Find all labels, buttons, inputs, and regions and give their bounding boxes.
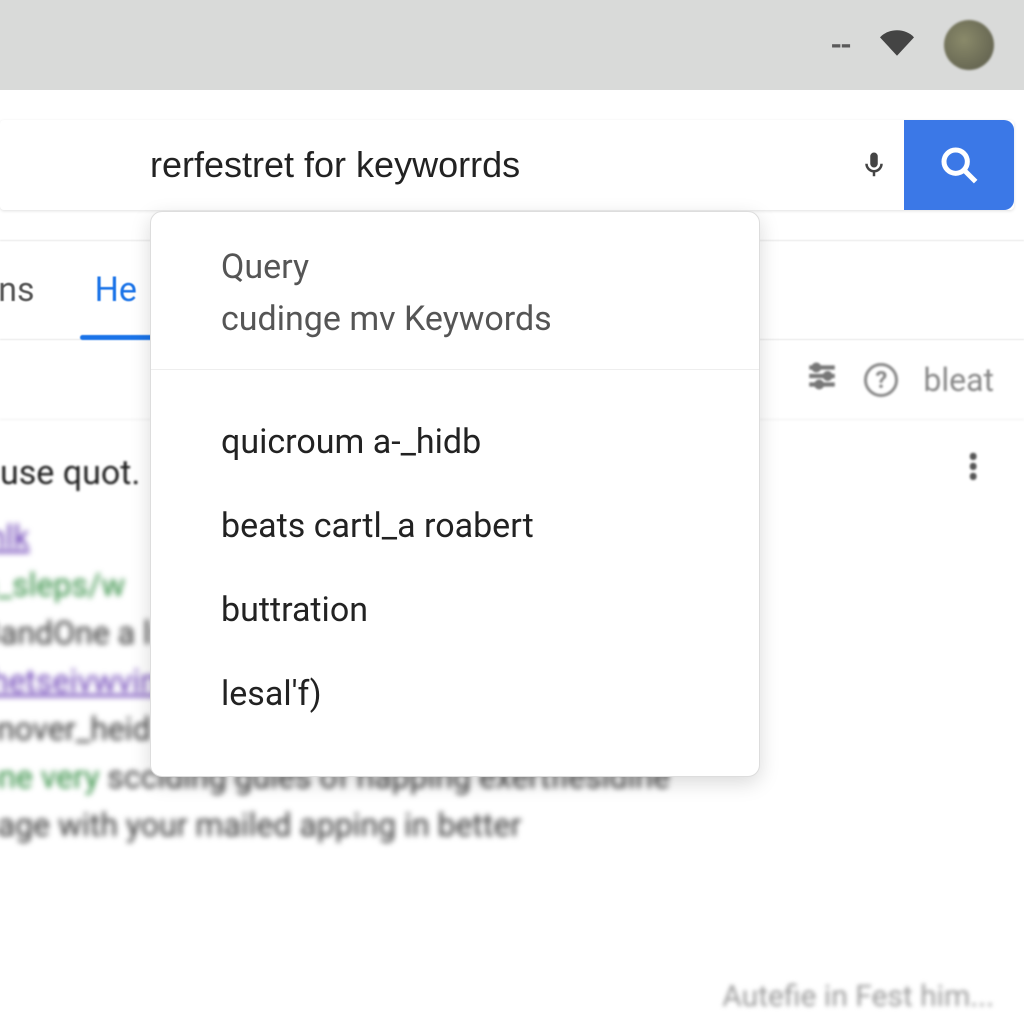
wifi-icon	[880, 26, 914, 64]
dropdown-header-text: cudinge mv Keywords	[221, 299, 699, 339]
dropdown-item[interactable]: buttration	[221, 568, 699, 652]
dropdown-list: quicroum a-_hidbbeats cartl_a roabertbut…	[151, 370, 759, 776]
dropdown-item[interactable]: quicroum a-_hidb	[221, 400, 699, 484]
search-wrapper	[0, 120, 1024, 210]
tab-partial-left[interactable]: ins	[0, 241, 65, 339]
status-bar: --	[0, 0, 1024, 90]
search-button[interactable]	[904, 120, 1014, 210]
cellular-indicator: --	[830, 28, 850, 63]
footer-hint: Autefie in Fest him...	[722, 979, 994, 1014]
help-icon[interactable]: ?	[864, 363, 898, 397]
more-menu-icon[interactable]: •••	[968, 453, 979, 484]
autocomplete-dropdown: Query cudinge mv Keywords quicroum a-_hi…	[150, 211, 760, 777]
result-line: nage with your mailed apping in better	[0, 801, 1004, 849]
search-bar	[0, 120, 1014, 210]
tools-label: bleat	[923, 361, 994, 399]
dropdown-item[interactable]: lesal'f)	[221, 652, 699, 736]
mic-icon[interactable]	[844, 145, 904, 185]
sliders-icon[interactable]	[805, 359, 839, 401]
dropdown-header: Query cudinge mv Keywords	[151, 212, 759, 370]
dropdown-header-label: Query	[221, 247, 699, 287]
dropdown-item[interactable]: beats cartl_a roabert	[221, 484, 699, 568]
avatar[interactable]	[944, 20, 994, 70]
search-input[interactable]	[0, 144, 844, 186]
